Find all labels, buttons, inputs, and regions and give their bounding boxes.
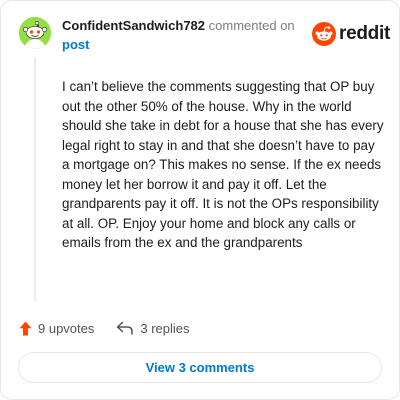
action-text: commented on [208, 18, 295, 33]
view-comments-button[interactable]: View 3 comments [18, 352, 382, 383]
snoo-avatar-icon [19, 17, 51, 49]
upvote-arrow-icon [19, 321, 32, 335]
username[interactable]: ConfidentSandwich782 [62, 18, 205, 33]
avatar[interactable] [19, 17, 51, 49]
comment-card: ConfidentSandwich782 commented on post r… [0, 0, 400, 400]
comment-actions: 9 upvotes 3 replies [19, 317, 212, 339]
reddit-logo: reddit [312, 22, 390, 46]
comment-header: ConfidentSandwich782 commented on post [62, 16, 302, 54]
comment-body: I can’t believe the comments suggesting … [62, 79, 384, 250]
reddit-wordmark: reddit [339, 23, 390, 44]
reddit-alien-icon [312, 22, 336, 46]
reply-button[interactable]: 3 replies [116, 320, 190, 336]
reply-count: 3 replies [140, 320, 190, 336]
thread-line[interactable] [34, 57, 36, 301]
post-link[interactable]: post [62, 37, 89, 52]
upvote-button[interactable]: 9 upvotes [19, 321, 94, 336]
upvote-count: 9 upvotes [38, 320, 95, 336]
reply-arrow-icon [117, 321, 134, 335]
